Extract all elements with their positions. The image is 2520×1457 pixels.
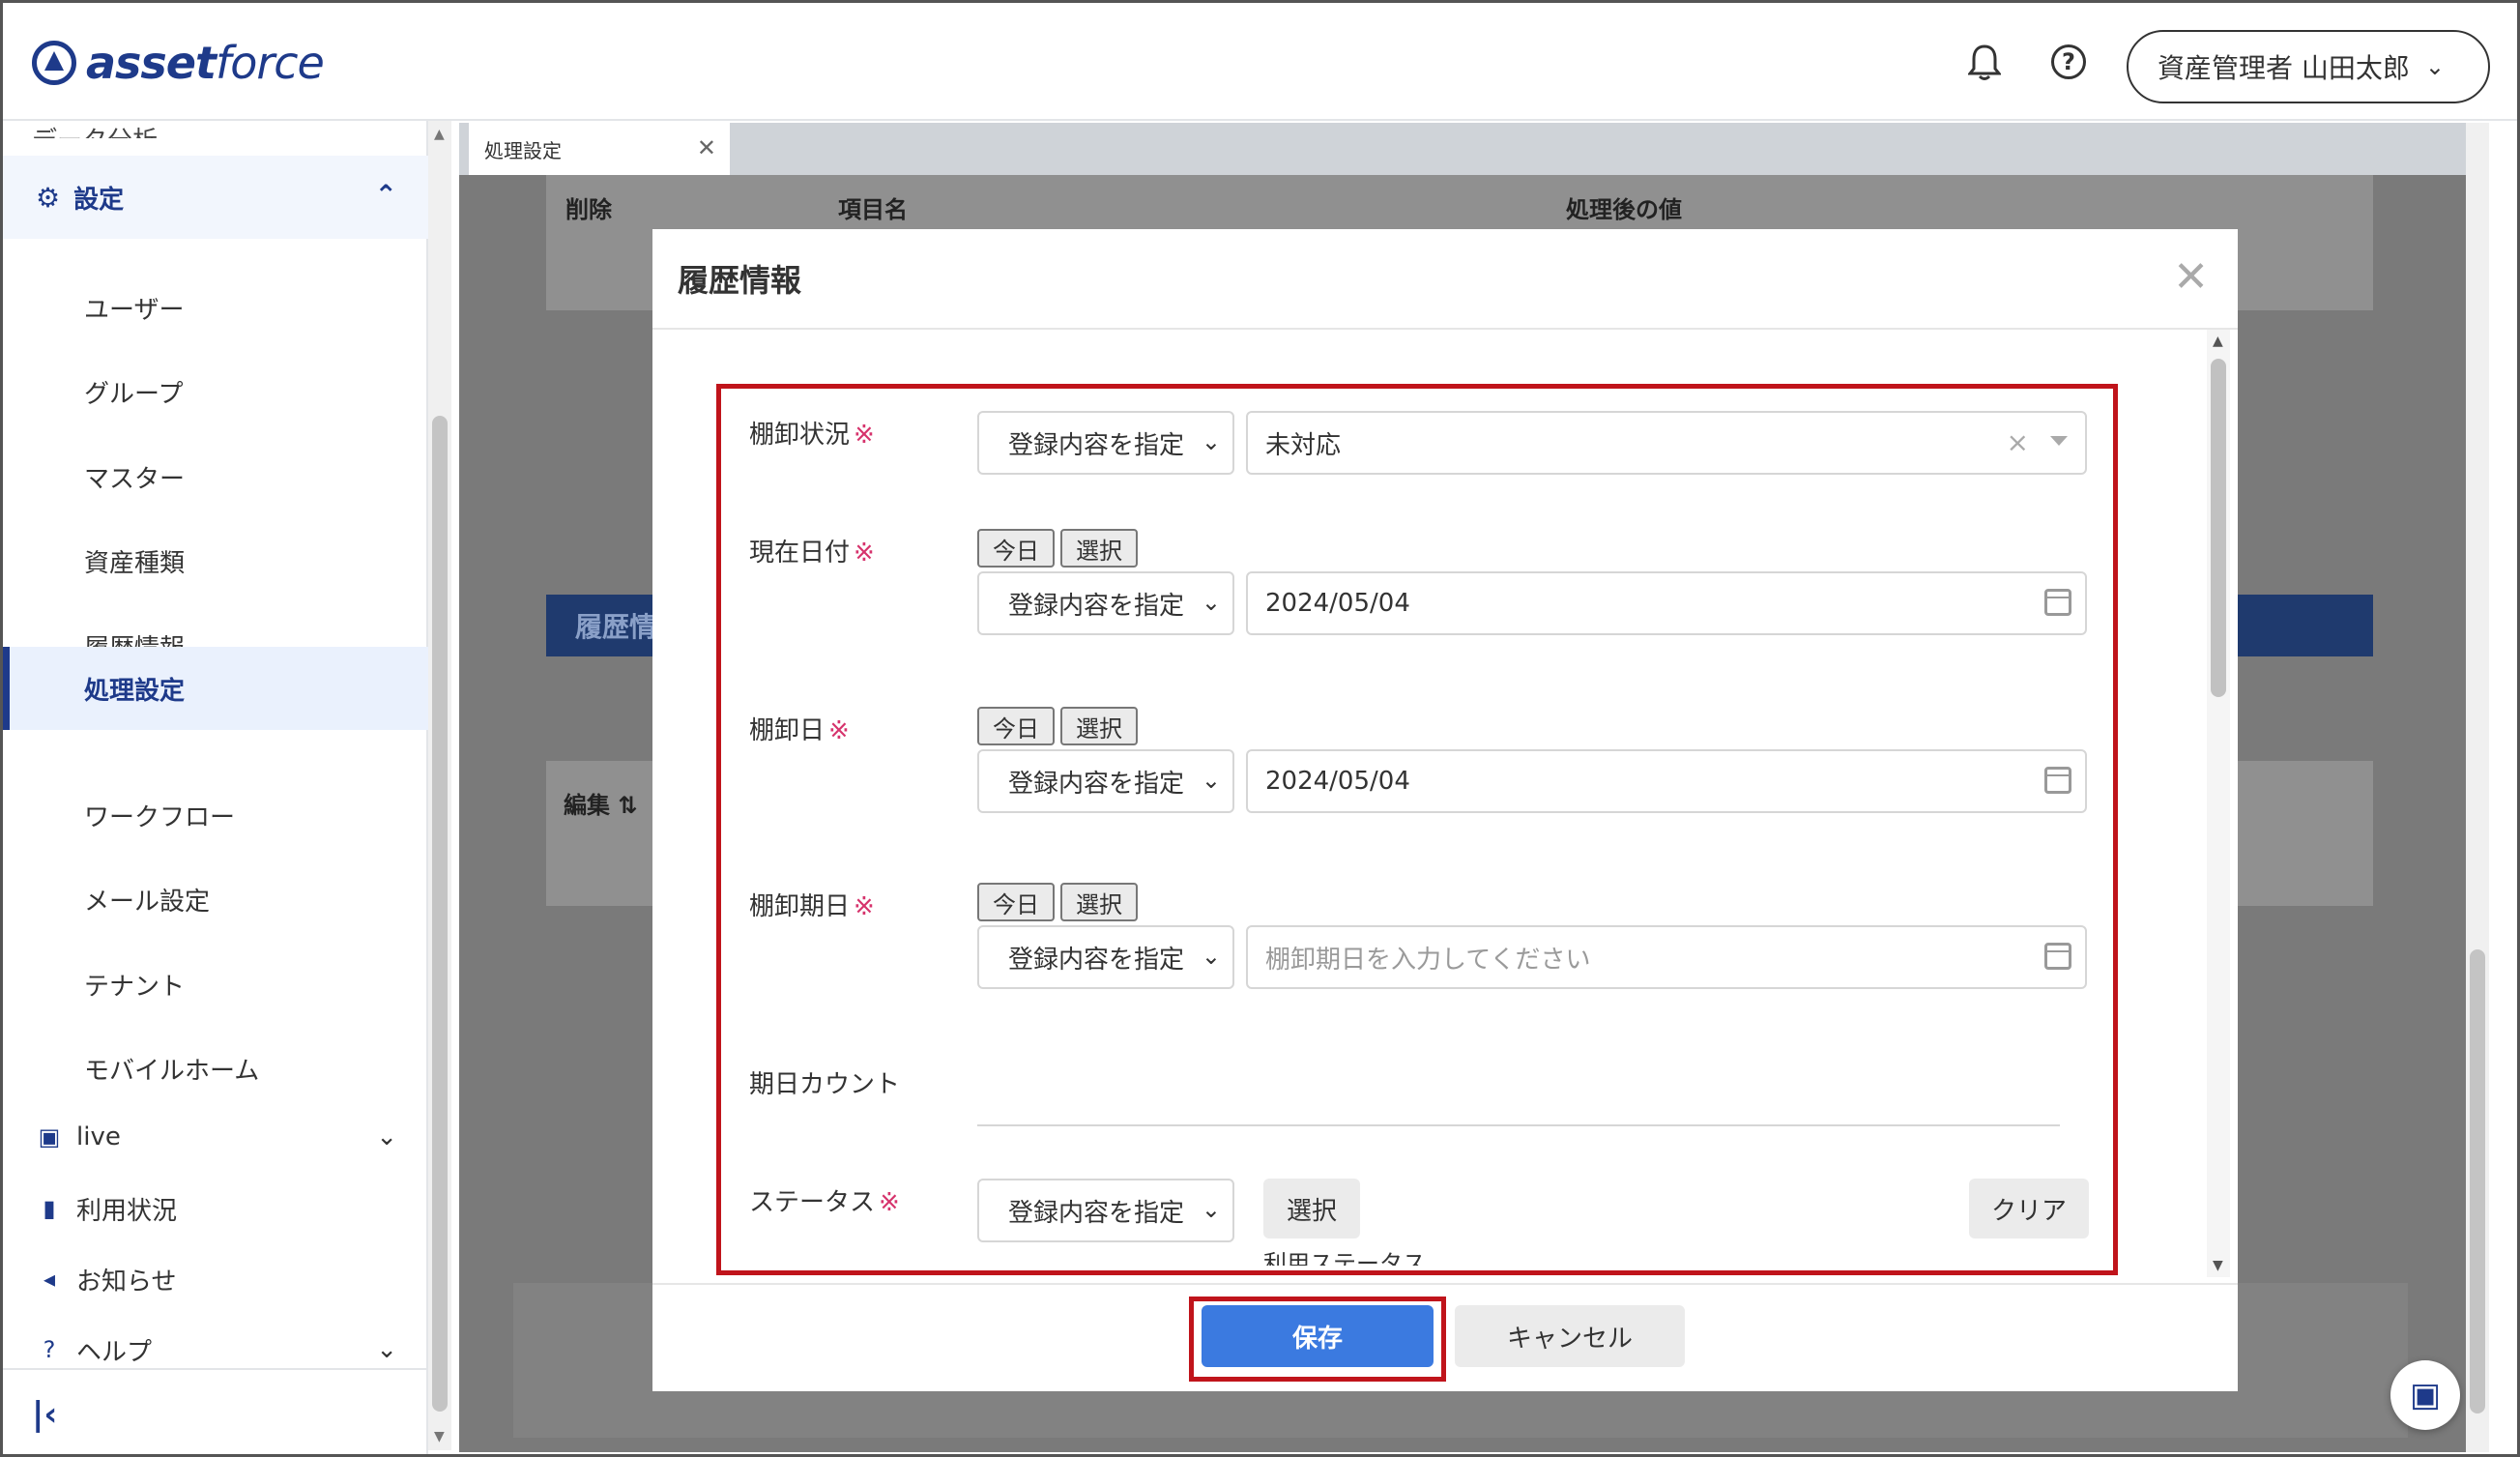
sidebar-item-tenant[interactable]: テナント: [3, 943, 428, 1026]
modal-header: 履歴情報 ✕: [652, 229, 2238, 330]
dropdown-caret-icon: ⌄: [1201, 589, 1221, 616]
calendar-icon[interactable]: [2044, 589, 2071, 616]
field-label-due-count: 期日カウント: [749, 1070, 901, 1099]
app-header: assetforce ? 資産管理者 山田太郎 ⌄: [3, 3, 2517, 121]
content-scrollbar[interactable]: [2466, 123, 2489, 1452]
field-label-status-type: ステータス ※: [749, 1188, 900, 1217]
user-menu-button[interactable]: 資産管理者 山田太郎 ⌄: [2127, 30, 2490, 103]
live-icon: ▣: [38, 1123, 61, 1151]
chevron-up-icon: ⌃: [374, 179, 397, 211]
sidebar-item-processing[interactable]: 処理設定: [3, 647, 428, 730]
scroll-up-icon[interactable]: ▲: [434, 127, 445, 142]
sidebar-section-settings[interactable]: ⚙ 設定 ⌃: [3, 156, 428, 239]
logo-mark-icon: [32, 41, 76, 85]
close-icon[interactable]: ✕: [697, 134, 716, 161]
chevron-down-icon: ⌄: [2424, 53, 2446, 80]
gear-icon: ⚙: [36, 181, 61, 214]
today-button[interactable]: 今日: [977, 883, 1055, 921]
chat-icon[interactable]: ▣: [2390, 1360, 2460, 1430]
scrollbar-thumb[interactable]: [432, 416, 448, 1412]
bar-chart-icon: ▮: [43, 1195, 56, 1222]
status-selected-text: 利用ステータス: [1263, 1250, 1426, 1266]
tab-processing[interactable]: 処理設定 ✕: [469, 123, 730, 175]
edit-sort-label: 編集 ⇅: [564, 792, 638, 819]
mode-select[interactable]: 登録内容を指定 ⌄: [977, 1179, 1234, 1242]
help-icon[interactable]: ?: [2046, 40, 2091, 84]
status-clear-button[interactable]: クリア: [1969, 1179, 2089, 1238]
sidebar-item-groups[interactable]: グループ: [3, 350, 428, 433]
logo-text: assetforce: [86, 37, 325, 89]
column-header-after: 処理後の値: [1566, 195, 1682, 223]
due-date-input[interactable]: 棚卸期日を入力してください: [1246, 925, 2087, 989]
column-header-delete: 削除: [565, 195, 612, 223]
field-label-status: 棚卸状況 ※: [749, 421, 875, 450]
today-button[interactable]: 今日: [977, 707, 1055, 745]
dropdown-caret-icon: ⌄: [1201, 1196, 1221, 1223]
modal-scrollbar[interactable]: ▲ ▼: [2207, 330, 2230, 1277]
save-button[interactable]: 保存: [1202, 1305, 1434, 1367]
pick-button[interactable]: 選択: [1060, 707, 1138, 745]
help-circle-icon: ?: [43, 1336, 56, 1363]
sidebar-section-label: 設定: [73, 185, 125, 215]
column-header-item: 項目名: [838, 195, 908, 223]
scroll-down-icon[interactable]: ▼: [2213, 1258, 2223, 1273]
calendar-icon[interactable]: [2044, 767, 2071, 794]
sidebar-item-users[interactable]: ユーザー: [3, 266, 428, 349]
dropdown-caret-icon: ⌄: [1201, 767, 1221, 794]
modal-title: 履歴情報: [678, 262, 802, 299]
bell-icon[interactable]: [1962, 40, 2007, 84]
sidebar-item-usage[interactable]: ▮ 利用状況: [3, 1175, 428, 1242]
sidebar-item-asset-types[interactable]: 資産種類: [3, 519, 428, 602]
pick-button[interactable]: 選択: [1060, 883, 1138, 921]
sidebar: データ分析 ⚙ 設定 ⌃ ユーザー グループ マスター 資産種類 履歴情報 処理…: [3, 121, 428, 1454]
field-label-inventory-date: 棚卸日 ※: [749, 716, 850, 745]
mode-select[interactable]: 登録内容を指定 ⌄: [977, 925, 1234, 989]
scrollbar-thumb[interactable]: [2470, 949, 2485, 1413]
field-label-due-date: 棚卸期日 ※: [749, 892, 875, 921]
sidebar-divider: [3, 1368, 428, 1370]
collapse-sidebar-icon[interactable]: |‹: [32, 1395, 57, 1434]
tab-bar: 処理設定 ✕: [459, 123, 2489, 175]
close-icon[interactable]: ✕: [2173, 252, 2209, 302]
mode-select[interactable]: 登録内容を指定 ⌄: [977, 411, 1234, 475]
user-name: 資産管理者 山田太郎: [2158, 52, 2410, 84]
sidebar-item-data-analysis[interactable]: データ分析: [32, 121, 158, 138]
logo[interactable]: assetforce: [32, 36, 325, 90]
chevron-down-icon: ⌄: [376, 1335, 397, 1364]
inventory-date-input[interactable]: 2024/05/04: [1246, 749, 2087, 813]
dropdown-caret-icon: ⌄: [1201, 943, 1221, 970]
sidebar-item-mobile-home[interactable]: モバイルホーム: [3, 1027, 428, 1110]
cancel-button[interactable]: キャンセル: [1455, 1305, 1685, 1367]
mode-select[interactable]: 登録内容を指定 ⌄: [977, 749, 1234, 813]
current-date-input[interactable]: 2024/05/04: [1246, 571, 2087, 635]
app-frame: assetforce ? 資産管理者 山田太郎 ⌄ データ分析 ⚙ 設定 ⌃ ユ…: [0, 0, 2520, 1457]
calendar-icon[interactable]: [2044, 943, 2071, 970]
scroll-up-icon[interactable]: ▲: [2213, 334, 2223, 349]
pick-button[interactable]: 選択: [1060, 529, 1138, 568]
mode-select[interactable]: 登録内容を指定 ⌄: [977, 571, 1234, 635]
form-highlight-box: [716, 384, 2118, 1275]
scrollbar-thumb[interactable]: [2211, 359, 2226, 697]
today-button[interactable]: 今日: [977, 529, 1055, 568]
sidebar-scrollbar[interactable]: ▲ ▼: [428, 121, 451, 1450]
clear-icon[interactable]: ×: [2007, 426, 2029, 458]
sidebar-item-news[interactable]: ◂ お知らせ: [3, 1245, 428, 1313]
history-modal: 履歴情報 ✕ 棚卸状況 ※ 登録内容を指定 ⌄ 未対応 × 現在日付 ※ 今日 選択 登…: [652, 229, 2238, 1391]
sidebar-item-help[interactable]: ? ヘルプ ⌄: [3, 1316, 428, 1384]
chevron-down-icon: ⌄: [376, 1122, 397, 1151]
megaphone-icon: ◂: [43, 1266, 56, 1293]
sidebar-item-workflow[interactable]: ワークフロー: [3, 773, 428, 857]
status-select-button[interactable]: 選択: [1263, 1179, 1360, 1238]
sidebar-item-mail[interactable]: メール設定: [3, 858, 428, 941]
sidebar-item-live[interactable]: ▣ live ⌄: [3, 1103, 428, 1171]
sidebar-item-master[interactable]: マスター: [3, 435, 428, 518]
due-count-field[interactable]: [977, 1124, 2060, 1126]
dropdown-caret-icon: ⌄: [1201, 428, 1221, 455]
status-select[interactable]: 未対応 ×: [1246, 411, 2087, 475]
field-label-current-date: 現在日付 ※: [749, 539, 875, 568]
dropdown-caret-icon: [2050, 436, 2068, 446]
scroll-down-icon[interactable]: ▼: [434, 1429, 445, 1444]
